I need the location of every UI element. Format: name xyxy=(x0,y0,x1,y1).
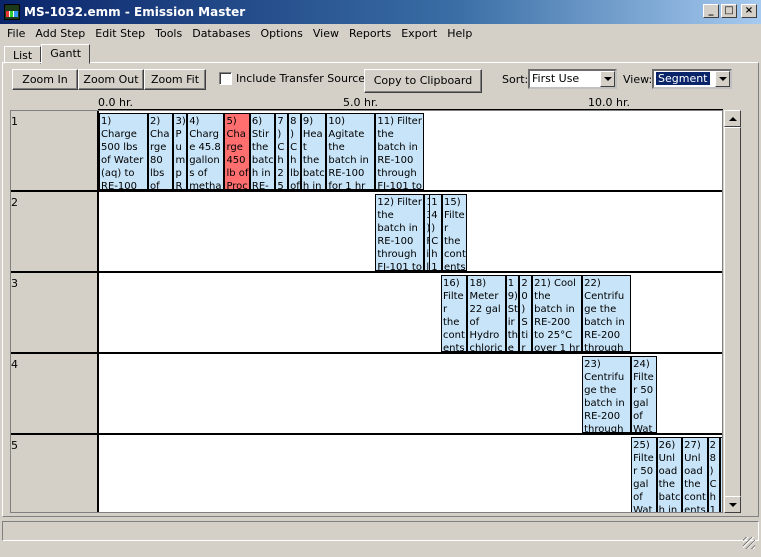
app-icon xyxy=(4,4,20,20)
include-transfer-label: Include Transfer Source xyxy=(236,72,366,85)
gantt-task[interactable]: 4) Charge 45.8 gallons of methanol xyxy=(187,113,225,190)
menu-help[interactable]: Help xyxy=(442,27,477,40)
zoom-fit-button[interactable]: Zoom Fit xyxy=(144,69,206,90)
gantt-task[interactable]: 2) Charge 80 lbs of NaOH xyxy=(148,113,174,190)
menu-add-step[interactable]: Add Step xyxy=(30,27,90,40)
chevron-down-icon[interactable] xyxy=(600,71,615,87)
gantt-task[interactable]: 27) Unload the contents in FI-100 xyxy=(682,437,708,512)
gantt-task[interactable]: 26) Unload the batch in CE-1 xyxy=(656,437,683,512)
close-button[interactable]: × xyxy=(741,4,757,18)
scroll-up-icon[interactable] xyxy=(724,110,741,127)
row-header: 5 xyxy=(11,435,99,512)
gantt-task[interactable]: 16) Filter the contents in RE-1 xyxy=(441,275,468,352)
gantt-task[interactable]: 9) Heat the batch in RE-1 xyxy=(300,113,327,190)
row-header: 4 xyxy=(11,354,99,435)
window-title: MS-1032.emm - Emission Master xyxy=(24,5,246,19)
resize-grip-icon[interactable] xyxy=(743,537,755,549)
view-value: Segment xyxy=(656,72,710,85)
menu-databases[interactable]: Databases xyxy=(187,27,255,40)
menu-view[interactable]: View xyxy=(308,27,344,40)
gantt-task[interactable]: 24) Filter 50 gal of Water xyxy=(631,356,657,433)
chevron-down-icon[interactable] xyxy=(715,71,730,87)
menu-file[interactable]: File xyxy=(2,27,30,40)
gantt-task[interactable]: 28) Ch 15 lbs of NaOH xyxy=(707,437,721,512)
row-divider xyxy=(11,433,722,435)
gantt-task[interactable]: 20) Stir the batch in RE xyxy=(519,275,533,352)
gantt-chart[interactable]: 1 2 3 4 5 1) Charge 500 lbs of Water (aq) to … xyxy=(10,110,723,513)
gantt-task[interactable]: 23) Centrifuge the batch in RE-200 throu… xyxy=(582,356,632,433)
gantt-task[interactable]: 21) Cool the batch in RE-200 to 25°C ove… xyxy=(532,275,583,352)
zoom-in-button[interactable]: Zoom In xyxy=(12,69,78,90)
gantt-task[interactable]: 15) Filter the contents in RE-1 xyxy=(442,194,468,271)
row-number: 2 xyxy=(11,196,18,209)
sort-value: First Use xyxy=(532,72,580,85)
gantt-task[interactable]: 25) Filter 50 gal of Water xyxy=(631,437,657,512)
gantt-task[interactable]: 1) Charge 500 lbs of Water (aq) to RE-10… xyxy=(99,113,148,190)
zoom-out-button[interactable]: Zoom Out xyxy=(78,69,144,90)
menu-reports[interactable]: Reports xyxy=(344,27,396,40)
scroll-down-icon[interactable] xyxy=(724,496,741,513)
menu-options[interactable]: Options xyxy=(255,27,307,40)
menu-tools[interactable]: Tools xyxy=(150,27,187,40)
status-bar xyxy=(2,521,759,541)
row-divider xyxy=(11,352,722,354)
gantt-task[interactable]: 8) Ch lb of Ac xyxy=(288,113,301,190)
gantt-task[interactable]: 6) Stir the batch in RE-1 xyxy=(249,113,276,190)
sort-select[interactable]: First Use xyxy=(528,69,617,89)
row-number: 1 xyxy=(11,115,18,128)
title-bar: MS-1032.emm - Emission Master _ □ × xyxy=(0,0,761,24)
menu-export[interactable]: Export xyxy=(396,27,442,40)
menu-bar: File Add Step Edit Step Tools Databases … xyxy=(0,24,761,43)
vertical-scrollbar[interactable] xyxy=(723,110,741,513)
row-header: 2 xyxy=(11,192,99,273)
row-divider xyxy=(11,190,722,192)
gantt-task[interactable]: 11) Filter the batch in RE-100 through F… xyxy=(375,113,425,190)
row-header: 1 xyxy=(11,111,99,192)
gantt-task[interactable]: 5) Charge 450 lb of Process Intermediate xyxy=(224,113,250,190)
gantt-task[interactable]: 10) Agitate the batch in RE-100 for 1 hr xyxy=(326,113,376,190)
scroll-thumb[interactable] xyxy=(724,127,741,497)
menu-edit-step[interactable]: Edit Step xyxy=(90,27,150,40)
minimize-button[interactable]: _ xyxy=(703,4,719,18)
view-select[interactable]: Segment xyxy=(652,69,732,89)
gantt-task[interactable]: 14) Ch 15 ga of sw xyxy=(429,194,442,271)
gantt-task[interactable]: 7) Ch 25 of Fil xyxy=(275,113,289,190)
row-number: 5 xyxy=(11,439,18,452)
row-number: 4 xyxy=(11,358,18,371)
gantt-task[interactable]: 22) Centrifuge the batch in RE-200 throu… xyxy=(582,275,632,352)
gantt-task[interactable]: 12) Filter the batch in RE-100 through F… xyxy=(375,194,425,271)
row-header: 3 xyxy=(11,273,99,354)
sort-label: Sort: xyxy=(502,73,529,86)
tab-gantt[interactable]: Gantt xyxy=(41,44,91,64)
row-number: 3 xyxy=(11,277,18,290)
copy-clipboard-button[interactable]: Copy to Clipboard xyxy=(364,69,482,93)
gantt-task[interactable]: 19) Stir the batch in RE xyxy=(505,275,520,352)
maximize-button[interactable]: □ xyxy=(721,4,737,18)
view-label: View: xyxy=(623,73,653,86)
gantt-task[interactable]: 18) Meter 22 gal of Hydrochloric Acid-28 xyxy=(467,275,506,352)
gantt-task[interactable]: 3) Pump RE wi nit at xyxy=(173,113,188,190)
row-divider xyxy=(11,271,722,273)
include-transfer-checkbox[interactable] xyxy=(219,72,232,85)
